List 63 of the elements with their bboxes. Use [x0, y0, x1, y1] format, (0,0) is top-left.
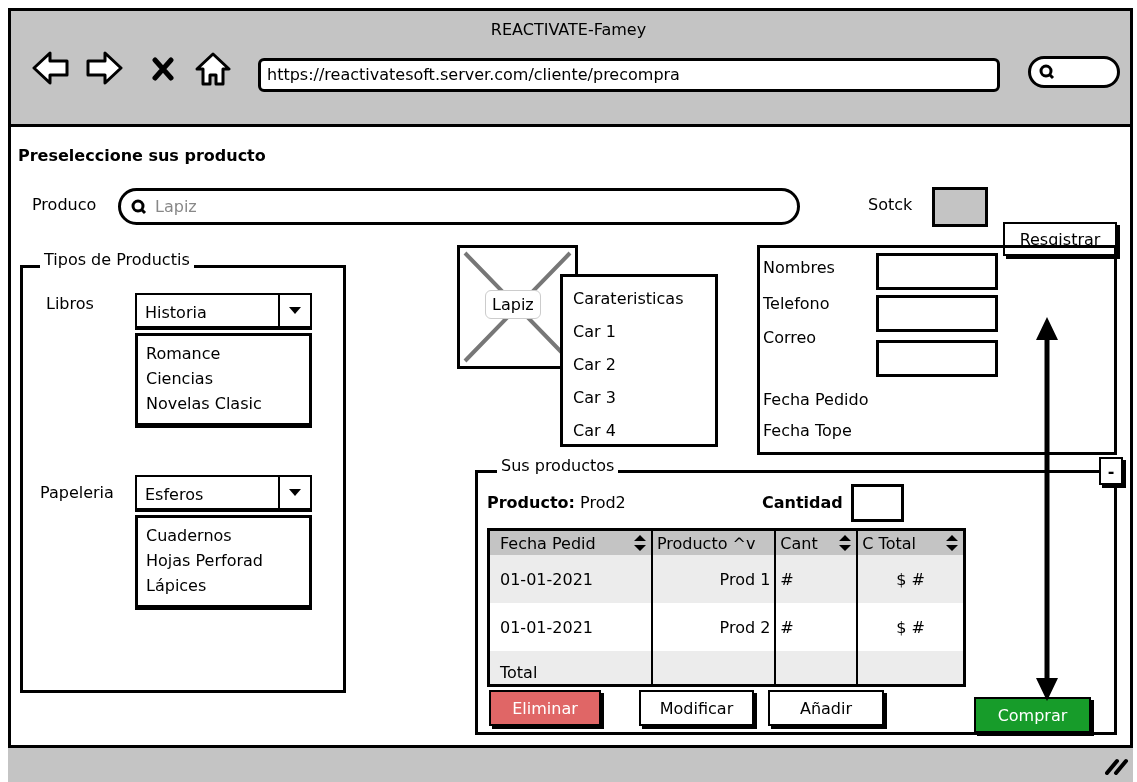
category-label: Papeleria — [40, 483, 114, 502]
category-label: Libros — [46, 294, 94, 313]
input-field[interactable] — [876, 295, 998, 332]
dropdown[interactable]: Esferos — [135, 475, 312, 512]
search-field[interactable] — [1028, 56, 1120, 88]
group-title: Tipos de Productis — [40, 250, 194, 269]
list-item[interactable]: Car 1 — [573, 315, 705, 348]
register-button[interactable]: Resgistrar — [1003, 222, 1117, 256]
table-cell: $ # — [896, 617, 925, 637]
quantity-field[interactable] — [851, 484, 904, 522]
field-label: Fecha Tope — [763, 421, 852, 440]
list-item[interactable]: Carateristicas — [573, 282, 705, 315]
field-label: Nombres — [763, 258, 835, 277]
group-title: Sus productos — [497, 456, 619, 475]
caret-icon — [289, 306, 301, 315]
window-title: REACTIVATE-Famey — [489, 20, 648, 39]
sort-icon — [838, 534, 853, 552]
action-button[interactable]: Añadir — [768, 690, 884, 726]
sort-icon — [945, 534, 959, 552]
column-header[interactable]: Fecha Pedid — [490, 531, 651, 555]
search-icon — [1039, 64, 1055, 80]
search-field[interactable]: Lapiz — [118, 188, 800, 225]
table-cell: # — [780, 617, 794, 637]
table-cell: Total — [500, 663, 538, 682]
list-item[interactable]: Car 4 — [573, 414, 705, 447]
action-button[interactable]: Modificar — [639, 690, 754, 726]
dropdown[interactable]: Historia — [135, 293, 312, 330]
field-label: Sotck — [868, 195, 913, 214]
product-text: Producto: Prod2 — [487, 493, 626, 512]
table-cell: $ # — [896, 569, 925, 589]
caret-icon — [289, 488, 301, 497]
close-icon[interactable] — [152, 57, 174, 81]
table-cell: # — [780, 569, 794, 589]
page-heading: Preseleccione sus producto — [18, 146, 266, 165]
buy-button[interactable]: Comprar — [974, 697, 1091, 733]
field-label: Fecha Pedido — [763, 390, 869, 409]
option-item[interactable]: Lápices — [146, 573, 309, 598]
option-item[interactable]: Novelas Clasic — [146, 391, 309, 416]
option-item[interactable]: Romance — [146, 341, 309, 366]
stock-field[interactable] — [932, 187, 988, 227]
forward-icon[interactable] — [85, 50, 123, 86]
option-item[interactable]: Cuadernos — [146, 523, 309, 548]
table-cell: 01-01-2021 — [500, 617, 593, 637]
field-label: Telefono — [763, 294, 830, 313]
table-cell: 01-01-2021 — [500, 569, 593, 589]
collapse-button[interactable]: - — [1099, 457, 1123, 485]
image-label: Lapiz — [485, 290, 541, 319]
input-field[interactable] — [876, 340, 998, 377]
list-item[interactable]: Car 2 — [573, 348, 705, 381]
home-icon[interactable] — [195, 52, 231, 86]
table-cell: Prod 2 — [719, 617, 771, 637]
address-field[interactable]: https://reactivatesoft.server.com/cliente/precompra — [258, 58, 1000, 92]
option-item[interactable]: Hojas Perforad — [146, 548, 309, 573]
input-field[interactable] — [876, 253, 998, 290]
field-label: Produco — [32, 195, 97, 214]
search-icon — [131, 199, 147, 215]
option-item[interactable]: Ciencias — [146, 366, 309, 391]
list-item[interactable]: Car 3 — [573, 381, 705, 414]
table-cell: Prod 1 — [719, 569, 771, 589]
back-icon[interactable] — [32, 50, 70, 86]
field-label: Cantidad — [762, 493, 843, 512]
field-label: Correo — [763, 328, 817, 347]
sort-icon — [632, 534, 647, 552]
